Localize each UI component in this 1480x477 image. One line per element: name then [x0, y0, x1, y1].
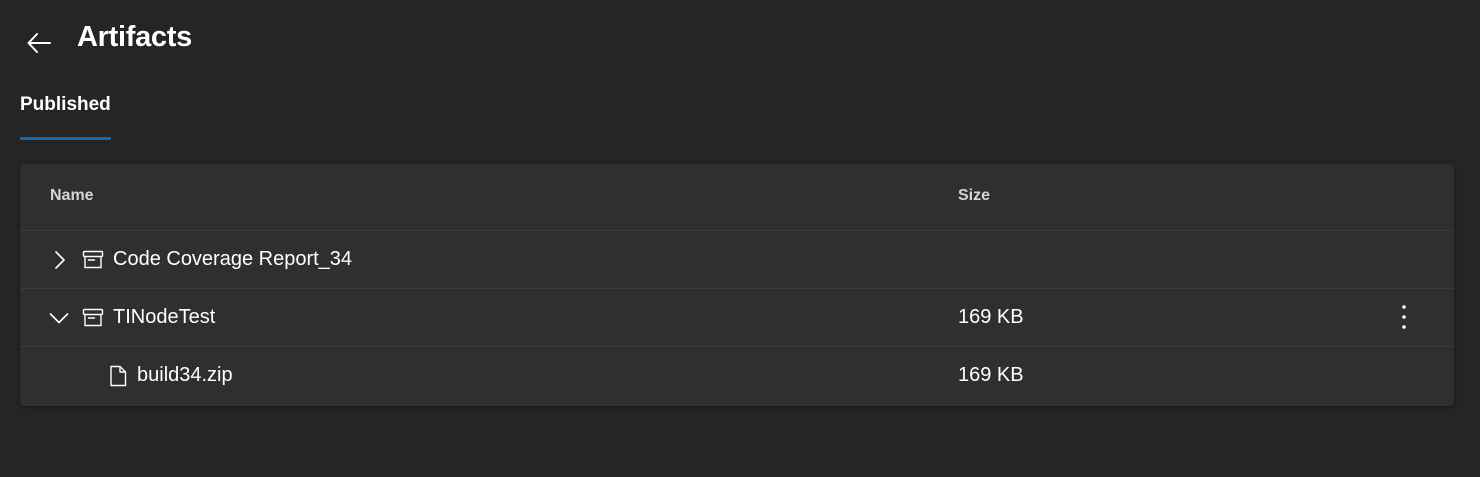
column-header-name[interactable]: Name — [50, 187, 94, 205]
archive-icon — [82, 308, 104, 327]
arrow-left-icon — [27, 33, 51, 53]
row-name[interactable]: build34.zip — [137, 364, 233, 387]
page-title: Artifacts — [77, 21, 192, 53]
artifacts-table: Name Size Code Coverage Report_34 TINode… — [20, 164, 1454, 406]
table-row[interactable]: Code Coverage Report_34 — [20, 231, 1454, 289]
chevron-down-icon[interactable] — [47, 306, 71, 330]
tab-published[interactable]: Published — [20, 90, 111, 140]
row-size: 169 KB — [958, 306, 1024, 328]
tab-bar: Published — [20, 90, 111, 140]
row-name[interactable]: TINodeTest — [113, 306, 215, 329]
row-size: 169 KB — [958, 364, 1024, 386]
more-options-icon[interactable] — [1392, 302, 1416, 332]
table-row[interactable]: build34.zip 169 KB — [20, 347, 1454, 405]
page-header: Artifacts — [0, 0, 1480, 80]
table-row[interactable]: TINodeTest 169 KB — [20, 289, 1454, 347]
row-name[interactable]: Code Coverage Report_34 — [113, 248, 352, 271]
chevron-right-icon[interactable] — [47, 248, 71, 272]
tab-label: Published — [20, 94, 111, 115]
tab-selected-indicator — [20, 137, 111, 140]
column-header-size[interactable]: Size — [958, 187, 990, 205]
table-header-row: Name Size — [20, 164, 1454, 231]
back-button[interactable] — [20, 24, 58, 62]
archive-icon — [82, 250, 104, 269]
file-icon — [110, 365, 127, 387]
